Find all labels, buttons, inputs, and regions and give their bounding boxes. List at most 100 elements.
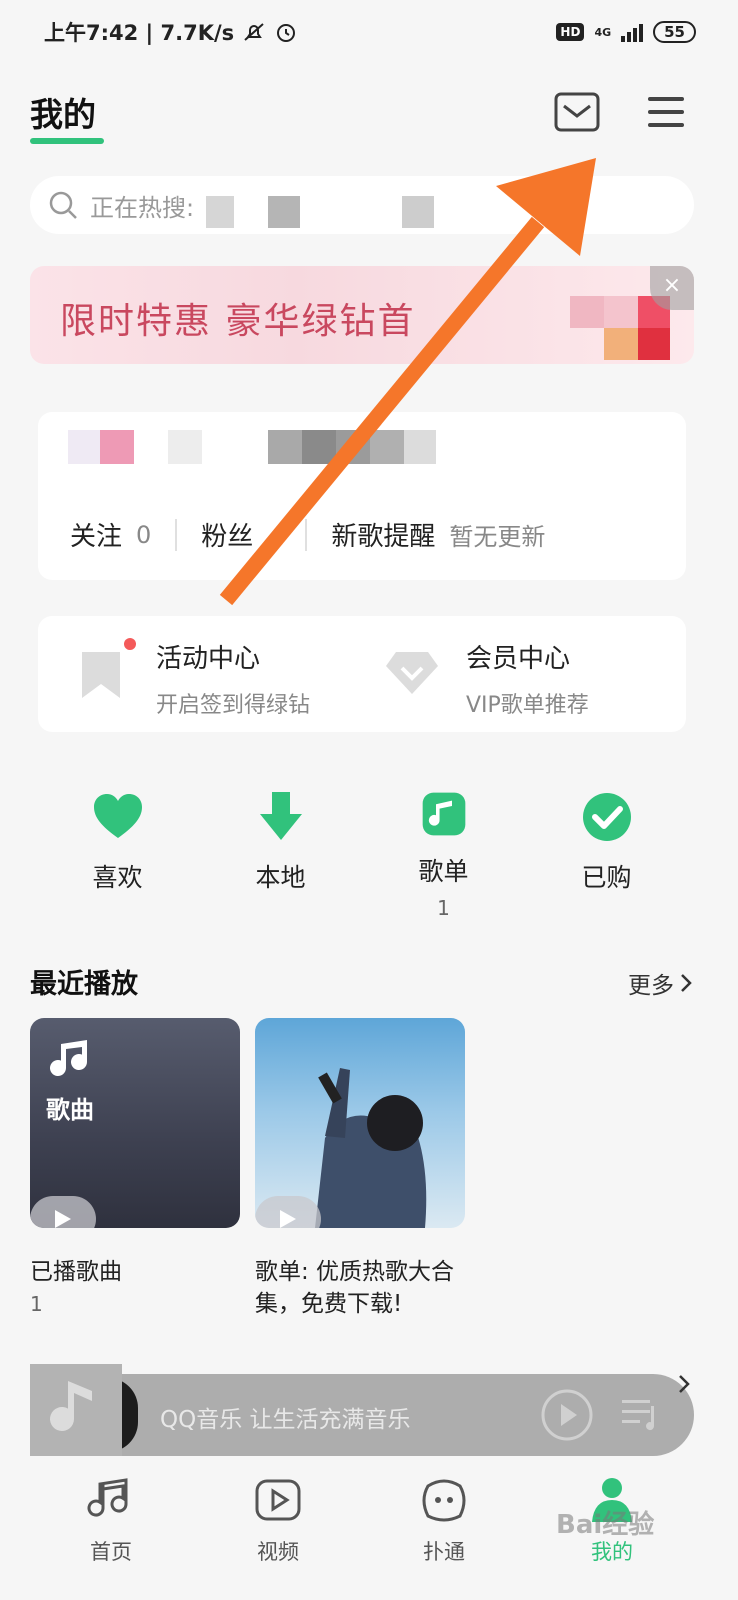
- quick-label: 已购: [581, 863, 632, 892]
- fans-stat[interactable]: 粉丝: [201, 516, 253, 553]
- new-songs-note: 暂无更新: [449, 523, 546, 551]
- blurred-avatar: [68, 430, 102, 464]
- section-title: 最近播放: [30, 969, 138, 1000]
- mute-bell-icon: [244, 23, 264, 41]
- play-circle-icon[interactable]: [540, 1388, 594, 1442]
- status-time: 上午7:42 | 7.7K/s: [44, 21, 235, 45]
- activity-title: 活动中心: [156, 644, 261, 674]
- fans-label: 粉丝: [201, 522, 254, 552]
- vip-subtitle: VIP歌单推荐: [466, 693, 589, 718]
- blurred-image: [570, 296, 606, 328]
- play-button[interactable]: [255, 1196, 321, 1228]
- mini-player-text: QQ音乐 让生活充满音乐: [160, 1407, 411, 1433]
- quick-like[interactable]: 喜欢: [36, 790, 199, 920]
- page-header: 我的: [30, 88, 710, 148]
- network-label: 4G: [594, 25, 612, 39]
- heart-icon: [93, 794, 142, 838]
- follow-label: 关注: [70, 522, 123, 552]
- stats-row: 关注 0 粉丝 新歌提醒 暂无更新: [70, 516, 545, 553]
- recent-card[interactable]: 歌曲 已播歌曲 1: [30, 1018, 240, 1316]
- close-icon[interactable]: ×: [650, 266, 694, 310]
- blurred-username: [404, 430, 436, 464]
- vip-title: 会员中心: [466, 644, 571, 674]
- blurred-username: [336, 430, 370, 464]
- blurred-text: [402, 196, 434, 228]
- blurred-username: [168, 430, 202, 464]
- hd-badge: HD: [556, 23, 585, 41]
- promo-banner[interactable]: 限时特惠 豪华绿钻首 ×: [30, 266, 694, 364]
- tab-home[interactable]: 首页: [56, 1476, 166, 1566]
- album-art[interactable]: [30, 1364, 122, 1456]
- blurred-username: [302, 430, 336, 464]
- follow-value: 0: [136, 520, 152, 549]
- play-icon: [280, 1210, 296, 1228]
- blurred-username: [268, 430, 302, 464]
- search-input[interactable]: 正在热搜:: [30, 176, 694, 234]
- status-bar: 上午7:42 | 7.7K/s HD 4G 55: [0, 0, 738, 64]
- music-note-icon: [422, 792, 465, 836]
- recent-cover: [255, 1018, 465, 1228]
- profile-card[interactable]: 关注 0 粉丝 新歌提醒 暂无更新: [38, 412, 686, 580]
- battery-indicator: 55: [653, 21, 696, 43]
- tab-label: 视频: [257, 1540, 299, 1564]
- chevron-right-icon: [679, 1375, 690, 1393]
- quick-label: 歌单: [418, 857, 469, 886]
- search-placeholder: 正在热搜:: [90, 193, 195, 222]
- menu-icon[interactable]: [646, 94, 686, 130]
- tab-label: 扑通: [423, 1540, 465, 1564]
- blurred-avatar: [100, 430, 134, 464]
- follow-stat[interactable]: 关注 0: [70, 516, 151, 553]
- divider: [305, 518, 308, 551]
- cover-label: 歌曲: [46, 1096, 94, 1124]
- check-icon: [582, 793, 631, 841]
- title-underline: [30, 138, 104, 144]
- quick-purchased[interactable]: 已购: [525, 790, 688, 920]
- blurred-image: [638, 328, 670, 360]
- notification-dot: [124, 638, 136, 650]
- music-note-icon: [50, 1040, 88, 1077]
- tab-label: 首页: [90, 1540, 132, 1564]
- activity-center[interactable]: 活动中心 开启签到得绿钻: [80, 638, 310, 719]
- divider: [175, 518, 178, 551]
- diamond-icon: [386, 652, 438, 694]
- activity-subtitle: 开启签到得绿钻: [156, 693, 311, 718]
- quick-count: 1: [437, 896, 450, 920]
- music-note-icon: [87, 1478, 128, 1517]
- quick-label: 本地: [255, 863, 306, 892]
- page-title: 我的: [30, 95, 96, 134]
- blurred-image: [604, 328, 640, 360]
- quick-access-row: 喜欢 本地 歌单 1 已购: [36, 790, 688, 920]
- more-link[interactable]: 更多: [628, 966, 692, 1000]
- new-songs-stat[interactable]: 新歌提醒 暂无更新: [331, 516, 545, 553]
- tab-putong[interactable]: 扑通: [389, 1476, 499, 1566]
- tab-video[interactable]: 视频: [223, 1476, 333, 1566]
- recent-title: 已播歌曲: [30, 1259, 122, 1285]
- promo-text: 限时特惠 豪华绿钻首: [60, 301, 416, 342]
- recent-card[interactable]: 歌单: 优质热歌大合集，免费下载!: [255, 1018, 465, 1320]
- play-icon: [55, 1210, 71, 1228]
- face-icon: [422, 1479, 466, 1522]
- quick-playlist[interactable]: 歌单 1: [362, 790, 525, 920]
- signal-icon: [621, 22, 644, 42]
- music-note-icon: [50, 1381, 92, 1431]
- quick-label: 喜欢: [92, 863, 143, 892]
- blurred-text: [268, 196, 300, 228]
- alarm-icon: [277, 24, 296, 42]
- center-card: 活动中心 开启签到得绿钻 会员中心 VIP歌单推荐: [38, 616, 686, 732]
- bookmark-icon: [82, 652, 120, 698]
- vip-center[interactable]: 会员中心 VIP歌单推荐: [384, 638, 589, 719]
- blurred-username: [370, 430, 404, 464]
- download-icon: [259, 792, 302, 840]
- quick-local[interactable]: 本地: [199, 790, 362, 920]
- blurred-text: [206, 196, 234, 228]
- play-button[interactable]: [30, 1196, 96, 1228]
- recent-cover: 歌曲: [30, 1018, 240, 1228]
- search-icon: [49, 191, 77, 219]
- mail-icon[interactable]: [554, 92, 600, 132]
- recent-count: 1: [30, 1292, 43, 1316]
- new-songs-label: 新歌提醒: [331, 522, 436, 552]
- playlist-icon[interactable]: [620, 1396, 660, 1434]
- chevron-right-icon: [681, 974, 692, 992]
- video-icon: [255, 1479, 301, 1521]
- more-label: 更多: [628, 973, 674, 999]
